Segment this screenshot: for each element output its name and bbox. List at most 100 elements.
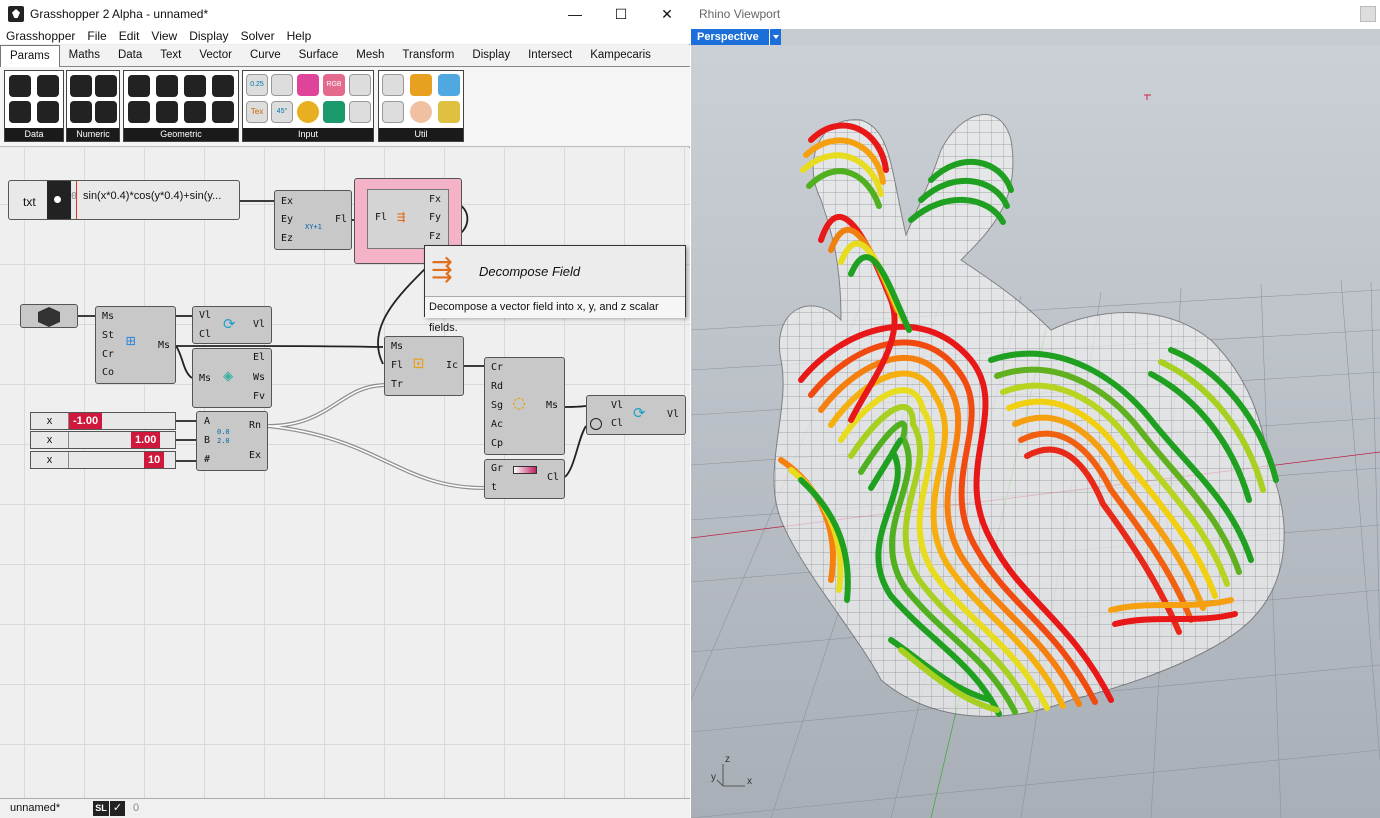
minimize-button[interactable]: — [552,0,598,28]
input-ms[interactable]: Ms [199,373,211,384]
output-ic[interactable]: Ic [446,360,458,371]
boolean-param-icon[interactable] [37,75,59,97]
bulb-icon[interactable] [297,101,319,123]
integer-param-icon[interactable] [70,75,92,97]
expression-text[interactable]: sin(x*0.4)*cos(y*0.4)+sin(y... [83,190,221,202]
output-fv[interactable]: Fv [253,391,265,402]
input-fl[interactable]: Fl [375,212,387,223]
mesh-param-icon[interactable] [212,101,234,123]
output-el[interactable]: El [253,352,265,363]
input-cp[interactable]: Cp [491,438,503,449]
node-canvas[interactable]: txt 0 sin(x*0.4)*cos(y*0.4)+sin(y... Ex … [0,148,690,798]
input-t[interactable]: t [491,482,497,493]
output-rn[interactable]: Rn [249,420,261,431]
tab-vector[interactable]: Vector [190,45,241,66]
point-param-icon[interactable] [128,75,150,97]
generic-param-icon[interactable] [37,101,59,123]
input-count[interactable]: # [204,454,210,465]
tab-text[interactable]: Text [151,45,190,66]
input-cr[interactable]: Cr [102,349,114,360]
image-sampler-icon[interactable] [349,74,371,96]
megaphone-icon[interactable] [410,74,432,96]
input-gr[interactable]: Gr [491,463,503,474]
output-fx[interactable]: Fx [429,194,441,205]
input-ms[interactable]: Ms [102,311,114,322]
checkmark-icon[interactable]: ✓ [110,801,125,816]
rgb-picker-icon[interactable]: RGB [323,74,345,96]
text-panel-icon[interactable]: Tex [246,101,268,123]
range-component[interactable]: A B # 0.0 2.0 Rn Ex [196,411,268,471]
text-param-icon[interactable] [9,101,31,123]
sl-icon[interactable]: SL [93,801,109,816]
color-swatch-icon[interactable] [297,74,319,96]
line-param-icon[interactable] [156,75,178,97]
output-vl[interactable]: Vl [253,319,265,330]
text-panel-component[interactable]: txt 0 sin(x*0.4)*cos(y*0.4)+sin(y... [8,180,240,220]
pipe-component[interactable]: Cr Rd Sg Ac Cp ◌ Ms [484,357,565,455]
slider-value[interactable]: 1.00 [131,432,161,448]
input-sg[interactable]: Sg [491,400,503,411]
chevron-down-icon[interactable] [590,418,602,430]
cube-icon[interactable] [438,74,460,96]
tab-intersect[interactable]: Intersect [519,45,581,66]
input-st[interactable]: St [102,330,114,341]
tab-kampecaris[interactable]: Kampecaris [581,45,660,66]
surface-param-icon[interactable] [128,101,150,123]
number-slider-b[interactable]: x 1.00 [30,431,176,449]
input-rd[interactable]: Rd [491,381,503,392]
number-slider-icon[interactable]: 0.25 [246,74,268,96]
output-vl[interactable]: Vl [667,409,679,420]
input-a[interactable]: A [204,416,210,427]
tab-data[interactable]: Data [109,45,151,66]
menu-display[interactable]: Display [183,28,234,44]
sequence-icon[interactable] [349,101,371,123]
menu-help[interactable]: Help [281,28,318,44]
curve-param-icon[interactable] [212,75,234,97]
mesh-parameter[interactable] [20,304,78,328]
tab-mesh[interactable]: Mesh [347,45,393,66]
data-param-icon[interactable] [9,75,31,97]
close-button[interactable]: ✕ [644,0,690,28]
mesh-edges-component[interactable]: Ms ◈ El Ws Fv [192,348,272,408]
expression-field-component[interactable]: Ex Ey Ez XY+1 Fl [274,190,352,250]
input-vl[interactable]: Vl [199,310,211,321]
value-output-bottom[interactable]: Vl Cl ⟳ Vl [586,395,686,435]
output-ms[interactable]: Ms [546,400,558,411]
gradient-component[interactable]: Gr t Cl [484,459,565,499]
input-tr[interactable]: Tr [391,379,403,390]
menu-solver[interactable]: Solver [235,28,281,44]
value-output-top[interactable]: Vl Cl ⟳ Vl [192,306,272,344]
output-fy[interactable]: Fy [429,212,441,223]
input-ey[interactable]: Ey [281,214,293,225]
input-ex[interactable]: Ex [281,196,293,207]
arc-param-icon[interactable] [184,101,206,123]
maximize-button[interactable]: ☐ [598,0,644,28]
tab-transform[interactable]: Transform [393,45,463,66]
tab-maths[interactable]: Maths [60,45,109,66]
input-b[interactable]: B [204,435,210,446]
note-icon[interactable] [438,101,460,123]
rhino-viewport[interactable]: Rhino Viewport Perspective z y x [691,0,1380,818]
output-ms[interactable]: Ms [158,340,170,351]
circle-param-icon[interactable] [184,75,206,97]
output-fz[interactable]: Fz [429,231,441,242]
graph-icon[interactable] [382,101,404,123]
input-vl[interactable]: Vl [611,400,623,411]
isocurve-component[interactable]: Ms Fl Tr ⊡ Ic [384,336,464,396]
input-cl[interactable]: Cl [611,418,623,429]
complex-param-icon[interactable] [70,101,92,123]
ear-icon[interactable] [410,101,432,123]
mesh-component[interactable]: Ms St Cr Co ⊞ Ms [95,306,176,384]
number-slider-count[interactable]: x 10 [30,451,176,469]
number-slider-a[interactable]: x -1.00 [30,412,176,430]
input-ez[interactable]: Ez [281,233,293,244]
button-icon[interactable] [271,74,293,96]
gradient-icon[interactable] [323,101,345,123]
input-ac[interactable]: Ac [491,419,503,430]
output-ex[interactable]: Ex [249,450,261,461]
menu-file[interactable]: File [81,28,112,44]
tab-curve[interactable]: Curve [241,45,290,66]
search-panel-icon[interactable] [382,74,404,96]
input-ms[interactable]: Ms [391,341,403,352]
output-fl[interactable]: Fl [335,214,347,225]
